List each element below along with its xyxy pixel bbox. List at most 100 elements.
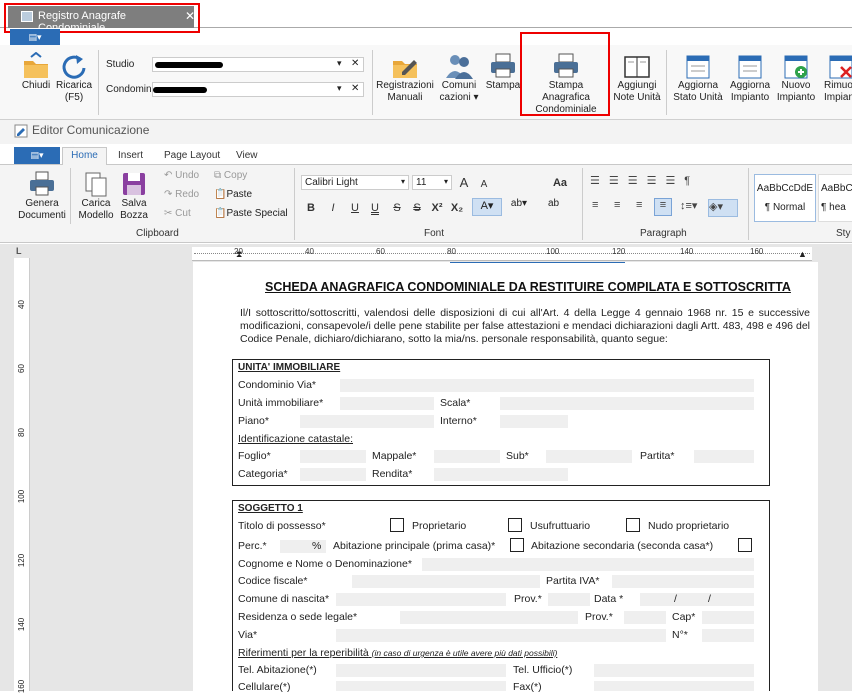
horizontal-ruler[interactable]: 20 40 60 80 100 120 140 160 ⧗ ▲ xyxy=(192,247,812,261)
cap-field[interactable] xyxy=(702,611,754,624)
font-color-button[interactable]: A▾ xyxy=(472,198,502,216)
partita-iva-field[interactable] xyxy=(612,575,754,588)
style-heading[interactable]: AaBbC ¶ hea xyxy=(818,174,852,222)
indent-marker-left[interactable]: ⧗ xyxy=(236,249,242,260)
tab-page-layout[interactable]: Page Layout xyxy=(164,150,220,161)
subscript-button[interactable]: X₂ xyxy=(449,200,465,216)
strikethrough-button[interactable]: S xyxy=(389,200,405,216)
proprietario-checkbox[interactable] xyxy=(390,518,404,532)
salva-bozza-button[interactable]: Salva Bozza xyxy=(116,170,152,222)
abitazione-secondaria-checkbox[interactable] xyxy=(738,538,752,552)
style-normal[interactable]: AaBbCcDdE ¶ Normal xyxy=(754,174,816,222)
grow-font-button[interactable]: A xyxy=(456,175,472,191)
tel-ufficio-field[interactable] xyxy=(594,664,754,677)
chiudi-button[interactable]: Chiudi xyxy=(18,52,54,112)
tel-abitazione-field[interactable] xyxy=(336,664,506,677)
line-spacing-icon[interactable]: ↕≡▾ xyxy=(680,199,697,212)
interno-field[interactable] xyxy=(500,415,568,428)
clear-format-icon[interactable]: ab xyxy=(548,198,568,216)
date-slash: / xyxy=(674,593,677,605)
change-case-button[interactable]: Aa xyxy=(548,175,572,191)
chevron-down-icon[interactable]: ▾ xyxy=(337,58,342,69)
aggiorna-impianto-button[interactable]: Aggiorna Impianto xyxy=(726,52,774,112)
font-size-select[interactable]: 11 ▾ xyxy=(412,175,452,190)
fax-field[interactable] xyxy=(594,681,754,691)
aggiorna-stato-button[interactable]: Aggiorna Stato Unità xyxy=(670,52,726,112)
rimuovi-impianto-button[interactable]: Rimuov Impiant xyxy=(820,52,852,112)
bold-button[interactable]: B xyxy=(303,200,319,216)
stampa-button[interactable]: Stampa xyxy=(484,52,522,112)
nuovo-impianto-button[interactable]: Nuovo Impianto xyxy=(774,52,818,112)
categoria-field[interactable] xyxy=(300,468,366,481)
chevron-down-icon[interactable]: ▾ xyxy=(337,83,342,94)
rendita-field[interactable] xyxy=(434,468,568,481)
condominio-via-field[interactable] xyxy=(340,379,754,392)
superscript-button[interactable]: X² xyxy=(429,200,445,216)
ricarica-button[interactable]: Ricarica (F5) xyxy=(56,52,92,112)
data-nascita-field[interactable]: / / xyxy=(640,593,754,606)
tab-home[interactable]: Home xyxy=(62,147,107,166)
comune-nascita-field[interactable] xyxy=(336,593,506,606)
cellulare-field[interactable] xyxy=(336,681,506,691)
clear-condominio-icon[interactable]: ✕ xyxy=(351,83,359,94)
double-underline-button[interactable]: U xyxy=(367,200,383,216)
underline-button[interactable]: U xyxy=(347,200,363,216)
italic-button[interactable]: I xyxy=(325,200,341,216)
vertical-ruler[interactable]: 40 60 80 100 120 140 160 xyxy=(14,258,30,693)
list-buttons-row[interactable]: ☰☰☰☰☰¶ xyxy=(590,174,720,192)
perc-field[interactable]: % xyxy=(280,540,326,553)
app-menu-button[interactable]: ▤▾ xyxy=(10,29,60,45)
redo-button[interactable]: ↷ Redo xyxy=(164,189,199,200)
clear-studio-icon[interactable]: ✕ xyxy=(351,58,359,69)
cognome-nome-field[interactable] xyxy=(422,558,754,571)
nudo-proprietario-checkbox[interactable] xyxy=(626,518,640,532)
sub-field[interactable] xyxy=(546,450,632,463)
comunicazioni-button[interactable]: Comuni cazioni ▾ xyxy=(436,52,482,112)
foglio-field[interactable] xyxy=(300,450,366,463)
shading-icon[interactable]: ◈▾ xyxy=(708,199,738,217)
folder-edit-icon xyxy=(393,60,417,78)
save-icon xyxy=(123,173,145,195)
ruler-label: 160 xyxy=(750,247,764,256)
condominio-select[interactable]: ▾ ✕ xyxy=(152,82,364,97)
via-field[interactable] xyxy=(336,629,666,642)
double-strikethrough-button[interactable]: S xyxy=(409,200,425,216)
numero-field[interactable] xyxy=(702,629,754,642)
usufruttuario-checkbox[interactable] xyxy=(508,518,522,532)
salva-label-1: Salva xyxy=(121,198,147,209)
registrazioni-manuali-button[interactable]: Registrazioni Manuali xyxy=(376,52,434,112)
undo-button[interactable]: ↶ Undo xyxy=(164,170,199,181)
highlight-color-button[interactable]: ab▾ xyxy=(504,198,534,216)
tab-stop-selector[interactable]: L xyxy=(16,246,22,256)
align-right-icon[interactable]: ≡ xyxy=(636,199,642,211)
editor-icon xyxy=(14,124,28,138)
indent-marker-right[interactable]: ▲ xyxy=(798,249,807,259)
prov-nascita-field[interactable] xyxy=(548,593,590,606)
paste-special-button[interactable]: 📋Paste Special xyxy=(214,208,288,219)
cut-button[interactable]: ✂ Cut xyxy=(164,208,191,219)
align-justify-icon[interactable]: ≡ xyxy=(654,198,672,216)
align-buttons-row[interactable]: ≡ ≡ ≡ ≡ ↕≡▾ ◈▾ xyxy=(590,198,740,217)
tab-view[interactable]: View xyxy=(236,150,258,161)
codice-fiscale-field[interactable] xyxy=(352,575,540,588)
unita-immobiliare-field[interactable] xyxy=(340,397,434,410)
aggiungi-note-button[interactable]: Aggiungi Note Unità xyxy=(612,52,662,112)
align-center-icon[interactable]: ≡ xyxy=(614,199,620,211)
prov-residenza-field[interactable] xyxy=(624,611,666,624)
font-name-select[interactable]: Calibri Light ▾ xyxy=(301,175,409,190)
residenza-field[interactable] xyxy=(400,611,578,624)
file-tab[interactable]: ▤▾ xyxy=(14,147,60,164)
abitazione-principale-checkbox[interactable] xyxy=(510,538,524,552)
scala-field[interactable] xyxy=(500,397,754,410)
mappale-field[interactable] xyxy=(434,450,500,463)
partita-field[interactable] xyxy=(694,450,754,463)
tab-insert[interactable]: Insert xyxy=(118,150,143,161)
align-left-icon[interactable]: ≡ xyxy=(592,199,598,211)
carica-modello-button[interactable]: Carica Modello xyxy=(76,170,116,222)
genera-documenti-button[interactable]: Genera Documenti xyxy=(18,170,66,222)
studio-select[interactable]: ▾ ✕ xyxy=(152,57,364,72)
shrink-font-button[interactable]: A xyxy=(476,177,492,193)
copy-button[interactable]: ⧉ Copy xyxy=(214,170,247,181)
piano-field[interactable] xyxy=(300,415,434,428)
paste-button[interactable]: 📋Paste xyxy=(214,189,252,200)
